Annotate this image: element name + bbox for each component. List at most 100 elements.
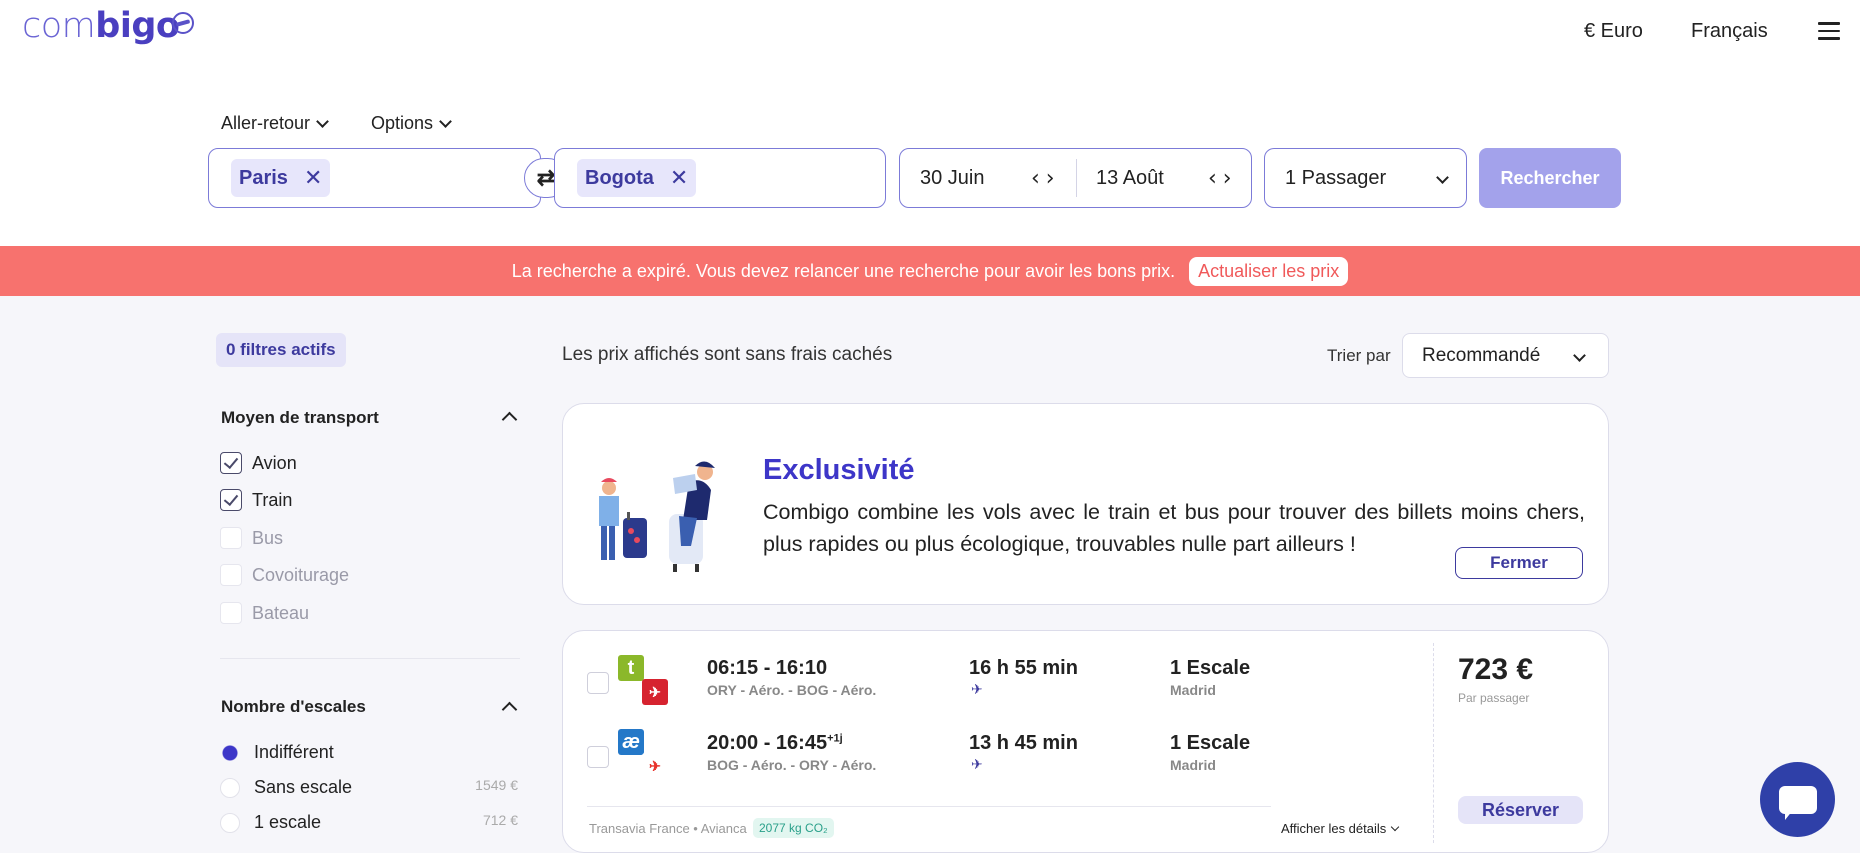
destination-chip-label: Bogota	[585, 166, 654, 189]
chat-bubble-icon	[1778, 785, 1817, 820]
radio[interactable]	[220, 777, 240, 798]
options-dropdown[interactable]: Options	[371, 113, 452, 134]
filter-avion[interactable]: Avion	[220, 452, 297, 474]
leg-duration: 16 h 55 min	[969, 657, 1078, 679]
filter-bus-label: Bus	[252, 527, 284, 548]
origin-chip: Paris ✕	[231, 159, 331, 197]
leg-route: ORY - Aéro. - BOG - Aéro.	[707, 682, 877, 698]
date-out-arrows-icon[interactable]: ‹›	[1031, 166, 1061, 191]
sidebar-divider	[220, 658, 520, 659]
sort-label: Trier par	[1327, 346, 1391, 365]
filter-covoiturage[interactable]: Covoiturage	[220, 564, 349, 586]
dates-field[interactable]: 30 Juin ‹› 13 Août ‹›	[899, 148, 1252, 208]
active-filters-badge[interactable]: 0 filtres actifs	[216, 333, 346, 367]
leg-time-value: 20:00 - 16:45	[707, 732, 828, 754]
filter-bateau[interactable]: Bateau	[220, 602, 309, 624]
remove-destination-icon[interactable]: ✕	[670, 165, 688, 191]
leg-route: BOG - Aéro. - ORY - Aéro.	[707, 757, 877, 773]
checkbox-disabled[interactable]	[220, 527, 242, 549]
sort-value: Recommandé	[1422, 345, 1541, 366]
combigo-logo[interactable]: combigo	[22, 6, 194, 46]
airlines-text: Transavia France • Avianca	[589, 821, 747, 836]
stops-direct-price: 1549 €	[475, 777, 518, 793]
leg-via: Madrid	[1170, 757, 1216, 773]
exclusive-title: Exclusivité	[763, 454, 915, 486]
radio[interactable]	[220, 812, 240, 833]
origin-chip-label: Paris	[239, 166, 288, 189]
radio-selected[interactable]	[220, 742, 240, 763]
filter-covoiturage-label: Covoiturage	[252, 564, 350, 585]
chevron-down-icon	[1573, 349, 1586, 362]
stops-one-price: 712 €	[482, 812, 518, 828]
filter-train[interactable]: Train	[220, 489, 292, 511]
sort-dropdown[interactable]: Recommandé	[1402, 333, 1609, 378]
leg-time: 20:00 - 16:45+1j	[707, 732, 843, 755]
details-link[interactable]: Afficher les détails	[1281, 821, 1400, 836]
stops-any[interactable]: Indifférent	[220, 742, 334, 763]
transavia-logo-icon: t	[618, 655, 644, 681]
exclusive-card: Exclusivité Combigo combine les vols ave…	[562, 403, 1609, 605]
book-button[interactable]: Réserver	[1458, 796, 1583, 824]
date-back[interactable]: 13 Août	[1096, 167, 1164, 190]
leg-checkbox[interactable]	[587, 746, 609, 768]
leg-time: 06:15 - 16:10	[707, 657, 828, 679]
card-divider	[587, 806, 1271, 807]
chevron-down-icon	[1436, 171, 1449, 184]
stops-direct-label: Sans escale	[254, 777, 353, 797]
stops-direct[interactable]: Sans escale	[220, 777, 352, 798]
chat-button[interactable]	[1760, 762, 1835, 837]
details-label: Afficher les détails	[1281, 821, 1387, 836]
filter-avion-label: Avion	[252, 452, 297, 473]
date-out[interactable]: 30 Juin	[920, 167, 985, 190]
stops-one[interactable]: 1 escale	[220, 812, 321, 833]
checkbox-disabled[interactable]	[220, 564, 242, 586]
destination-field[interactable]: Bogota ✕	[554, 148, 886, 208]
card-dotted-divider	[1433, 643, 1434, 843]
transport-filter-title[interactable]: Moyen de transport	[221, 408, 379, 428]
menu-icon[interactable]	[1818, 22, 1840, 40]
expired-message: La recherche a expiré. Vous devez relanc…	[511, 260, 1176, 281]
filter-bateau-label: Bateau	[252, 602, 310, 623]
checkbox-disabled[interactable]	[220, 602, 242, 624]
stops-any-label: Indifférent	[254, 742, 334, 762]
origin-field[interactable]: Paris ✕	[208, 148, 541, 208]
trip-type-label: Aller-retour	[221, 113, 311, 133]
plane-icon: ✈	[971, 681, 983, 697]
filter-bus[interactable]: Bus	[220, 527, 283, 549]
stops-filter-title[interactable]: Nombre d'escales	[221, 697, 366, 717]
language-selector[interactable]: Français	[1691, 20, 1768, 43]
options-label: Options	[371, 113, 434, 133]
currency-selector[interactable]: € Euro	[1584, 20, 1643, 43]
day-offset: +1j	[827, 732, 843, 745]
filter-train-label: Train	[252, 489, 293, 510]
leg-checkbox[interactable]	[587, 672, 609, 694]
air-europa-logo-icon: æ	[618, 729, 644, 755]
avianca-logo-icon: ✈	[642, 679, 668, 705]
stops-one-label: 1 escale	[254, 812, 322, 832]
search-button[interactable]: Rechercher	[1479, 148, 1621, 208]
logo-mark-icon	[172, 12, 194, 34]
destination-chip: Bogota ✕	[577, 159, 697, 197]
price-per-passenger: Par passager	[1458, 691, 1530, 705]
checkbox-checked[interactable]	[220, 452, 242, 474]
date-divider	[1076, 159, 1077, 197]
checkbox-checked[interactable]	[220, 489, 242, 511]
price: 723 €	[1458, 653, 1534, 686]
chevron-down-icon	[439, 114, 452, 128]
passengers-dropdown[interactable]: 1 Passager	[1264, 148, 1467, 208]
result-card[interactable]: t ✈ 06:15 - 16:10 ORY - Aéro. - BOG - Aé…	[562, 630, 1609, 853]
date-back-arrows-icon[interactable]: ‹›	[1208, 166, 1238, 191]
co2-badge: 2077 kg CO₂	[753, 818, 834, 838]
logo-text-bold: bigo	[95, 6, 180, 46]
iberia-logo-icon: ✈	[642, 753, 668, 779]
trip-type-dropdown[interactable]: Aller-retour	[221, 113, 329, 134]
plane-icon: ✈	[971, 756, 983, 772]
close-button[interactable]: Fermer	[1455, 547, 1583, 579]
refresh-prices-button[interactable]: Actualiser les prix	[1189, 256, 1349, 286]
logo-text-light: com	[22, 6, 96, 46]
remove-origin-icon[interactable]: ✕	[304, 165, 322, 191]
travelers-illustration	[599, 461, 715, 572]
expired-banner: La recherche a expiré. Vous devez relanc…	[0, 246, 1860, 296]
leg-via: Madrid	[1170, 682, 1216, 698]
leg-stops: 1 Escale	[1170, 657, 1251, 679]
